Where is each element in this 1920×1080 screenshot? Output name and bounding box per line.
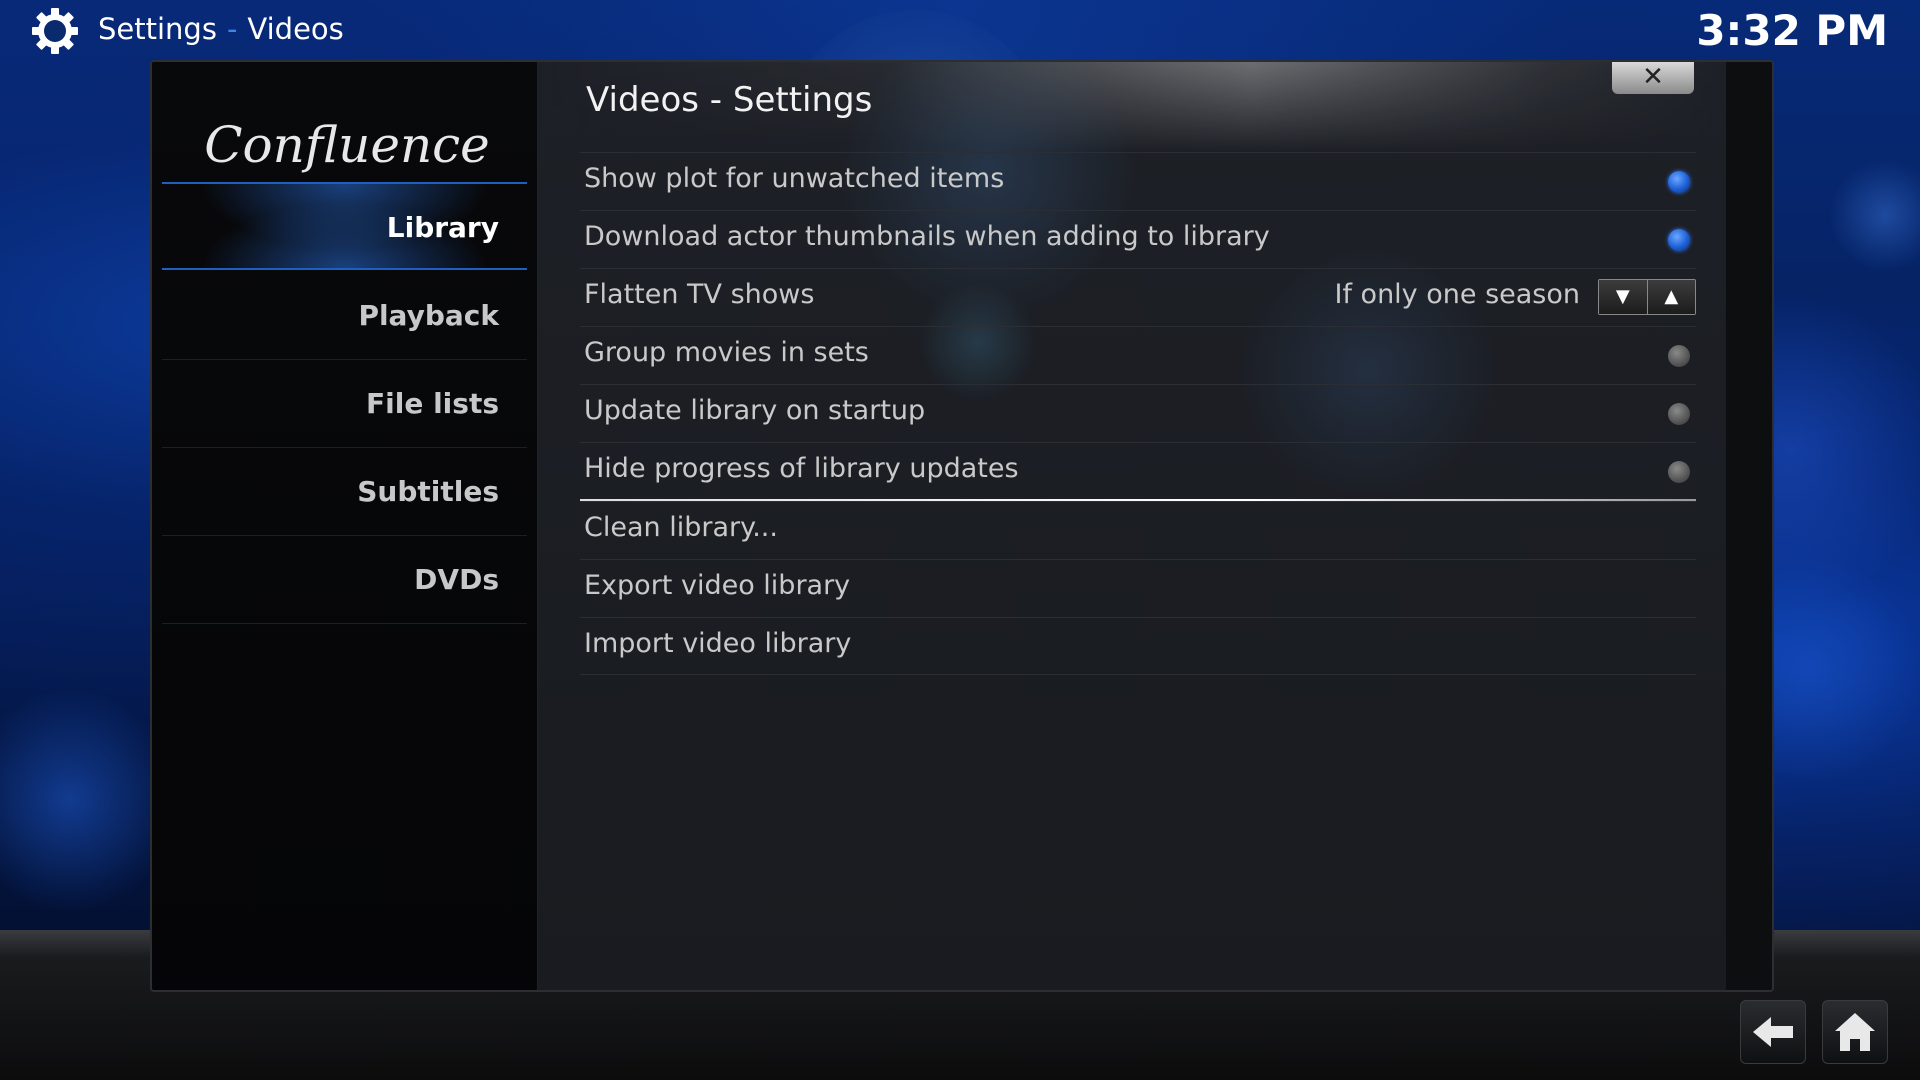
setting-row-export-library[interactable]: Export video library	[580, 559, 1696, 617]
settings-list: Show plot for unwatched items Download a…	[580, 152, 1696, 675]
setting-label: Clean library...	[584, 512, 778, 543]
setting-label: Hide progress of library updates	[584, 453, 1019, 484]
setting-label: Show plot for unwatched items	[584, 163, 1005, 194]
setting-label: Flatten TV shows	[584, 279, 815, 310]
close-button[interactable]: ✕	[1612, 62, 1694, 94]
sidebar-item-file-lists[interactable]: File lists	[162, 360, 527, 448]
toggle-off-indicator[interactable]	[1668, 461, 1690, 483]
home-button[interactable]	[1822, 1000, 1888, 1064]
setting-row-hide-progress[interactable]: Hide progress of library updates	[580, 442, 1696, 500]
home-icon	[1835, 1013, 1875, 1051]
setting-row-show-plot[interactable]: Show plot for unwatched items	[580, 152, 1696, 210]
spinner-down-icon[interactable]: ▼	[1599, 280, 1647, 314]
gear-icon	[32, 8, 78, 54]
setting-row-import-library[interactable]: Import video library	[580, 617, 1696, 675]
settings-window: Confluence Library Playback File lists S…	[150, 60, 1774, 992]
window-edge	[1726, 62, 1772, 990]
setting-row-group-movies[interactable]: Group movies in sets	[580, 326, 1696, 384]
clock: 3:32 PM	[1696, 6, 1888, 55]
breadcrumb-separator: -	[226, 12, 238, 46]
sidebar-item-playback[interactable]: Playback	[162, 272, 527, 360]
setting-value: If only one season	[1334, 279, 1581, 310]
sidebar: Confluence Library Playback File lists S…	[152, 62, 538, 990]
sidebar-item-library[interactable]: Library	[162, 182, 527, 270]
close-icon: ✕	[1642, 62, 1664, 92]
setting-row-flatten-tv-shows[interactable]: Flatten TV shows If only one season ▼ ▲	[580, 268, 1696, 326]
toggle-on-indicator[interactable]	[1668, 171, 1690, 193]
breadcrumb-current: Videos	[247, 12, 344, 46]
toggle-off-indicator[interactable]	[1668, 403, 1690, 425]
top-bar: Settings - Videos 3:32 PM	[0, 0, 1920, 62]
setting-label: Download actor thumbnails when adding to…	[584, 221, 1270, 252]
back-button[interactable]	[1740, 1000, 1806, 1064]
setting-label: Update library on startup	[584, 395, 926, 426]
spinner-up-icon[interactable]: ▲	[1646, 280, 1695, 314]
value-spinner: ▼ ▲	[1598, 279, 1696, 315]
logo-text: Confluence	[204, 116, 490, 174]
sidebar-item-subtitles[interactable]: Subtitles	[162, 448, 527, 536]
setting-row-download-actor-thumbnails[interactable]: Download actor thumbnails when adding to…	[580, 210, 1696, 268]
breadcrumb: Settings - Videos	[98, 12, 344, 46]
back-arrow-icon	[1753, 1017, 1793, 1047]
toggle-on-indicator[interactable]	[1668, 229, 1690, 251]
setting-label: Group movies in sets	[584, 337, 869, 368]
setting-label: Export video library	[584, 570, 851, 601]
setting-row-clean-library[interactable]: Clean library...	[580, 501, 1696, 559]
breadcrumb-root[interactable]: Settings	[98, 12, 217, 46]
setting-row-update-on-startup[interactable]: Update library on startup	[580, 384, 1696, 442]
sidebar-item-dvds[interactable]: DVDs	[162, 536, 527, 624]
toggle-off-indicator[interactable]	[1668, 345, 1690, 367]
settings-panel: Videos - Settings Show plot for unwatche…	[538, 62, 1726, 990]
panel-title: Videos - Settings	[586, 80, 873, 120]
setting-label: Import video library	[584, 628, 852, 659]
